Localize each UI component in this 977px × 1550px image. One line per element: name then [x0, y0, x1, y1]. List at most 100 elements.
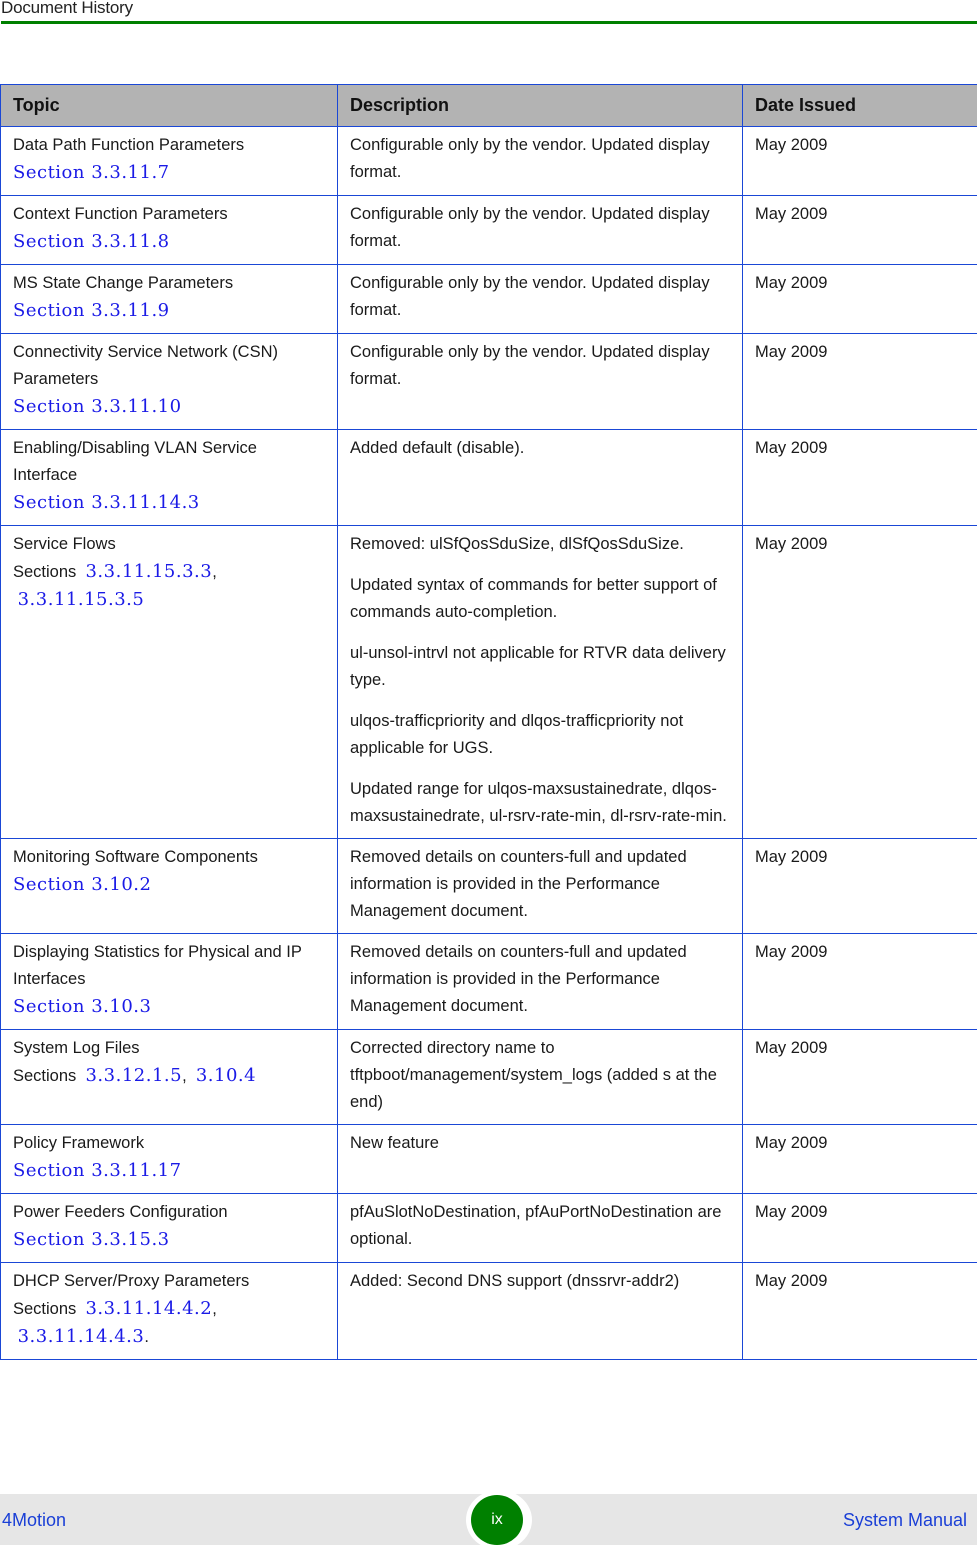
sections-prefix: Sections — [13, 563, 76, 581]
table-row: Monitoring Software Components Section 3.… — [1, 839, 977, 934]
table-row: Connectivity Service Network (CSN) Param… — [1, 334, 977, 430]
description-text: Added: Second DNS support (dnssrvr-addr2… — [350, 1268, 730, 1295]
section-references: Sections 3.3.12.1.5, 3.10.4 — [13, 1062, 325, 1090]
table-row: Policy Framework Section 3.3.11.17 New fea… — [1, 1125, 977, 1194]
description-text: Removed details on counters-full and upd… — [350, 844, 730, 925]
table-row: Enabling/Disabling VLAN Service Interfac… — [1, 430, 977, 526]
date-issued-cell: May 2009 — [743, 334, 977, 430]
topic-title: Data Path Function Parameters — [13, 132, 325, 159]
description-text: Removed details on counters-full and upd… — [350, 939, 730, 1020]
table-header-row: Topic Description Date Issued — [1, 85, 977, 127]
section-references: Sections 3.3.11.14.4.2, 3.3.11.14.4.3. — [13, 1295, 325, 1351]
topic-cell: Connectivity Service Network (CSN) Param… — [1, 334, 338, 430]
description-cell: Removed details on counters-full and upd… — [338, 839, 743, 934]
date-issued-cell: May 2009 — [743, 430, 977, 526]
description-cell: Configurable only by the vendor. Updated… — [338, 334, 743, 430]
section-link[interactable]: 3.3.12.1.5 — [85, 1065, 182, 1086]
topic-cell: Displaying Statistics for Physical and I… — [1, 934, 338, 1030]
description-text: Configurable only by the vendor. Updated… — [350, 339, 730, 393]
topic-title: Context Function Parameters — [13, 201, 325, 228]
topic-cell: System Log FilesSections 3.3.12.1.5, 3.1… — [1, 1030, 338, 1125]
description-text: Configurable only by the vendor. Updated… — [350, 132, 730, 186]
description-text: pfAuSlotNoDestination, pfAuPortNoDestina… — [350, 1199, 730, 1253]
section-references: Section 3.3.11.7 — [13, 159, 325, 187]
table-row: Power Feeders ConfigurationSection 3.3.1… — [1, 1194, 977, 1263]
table-body: Data Path Function Parameters Section 3.3… — [1, 127, 977, 1360]
section-references: Section 3.3.11.17 — [13, 1157, 325, 1185]
description-cell: Added default (disable). — [338, 430, 743, 526]
topic-title: Displaying Statistics for Physical and I… — [13, 939, 325, 993]
date-issued-cell: May 2009 — [743, 265, 977, 334]
section-link[interactable]: Section 3.3.11.17 — [13, 1160, 182, 1181]
table-row: Context Function Parameters Section 3.3.1… — [1, 196, 977, 265]
description-text: New feature — [350, 1130, 730, 1157]
section-references: Section 3.10.3 — [13, 993, 325, 1021]
page-footer: 4Motion ix System Manual — [0, 1494, 977, 1545]
section-link[interactable]: Section 3.3.11.9 — [13, 300, 170, 321]
description-cell: Configurable only by the vendor. Updated… — [338, 196, 743, 265]
table-row: System Log FilesSections 3.3.12.1.5, 3.1… — [1, 1030, 977, 1125]
date-issued-cell: May 2009 — [743, 196, 977, 265]
section-link[interactable]: Section 3.3.11.10 — [13, 396, 182, 417]
footer-manual-name: System Manual — [843, 1510, 967, 1531]
date-issued-cell: May 2009 — [743, 839, 977, 934]
description-text: ulqos-trafficpriority and dlqos-trafficp… — [350, 708, 730, 762]
description-text: Removed: ulSfQosSduSize, dlSfQosSduSize. — [350, 531, 730, 558]
date-issued-cell: May 2009 — [743, 1030, 977, 1125]
description-text: Updated syntax of commands for better su… — [350, 572, 730, 626]
sections-prefix: Sections — [13, 1300, 76, 1318]
section-references: Section 3.3.11.9 — [13, 297, 325, 325]
topic-title: DHCP Server/Proxy Parameters — [13, 1268, 325, 1295]
section-link[interactable]: 3.3.11.14.4.2 — [85, 1298, 212, 1319]
date-issued-cell: May 2009 — [743, 1263, 977, 1360]
description-cell: Configurable only by the vendor. Updated… — [338, 265, 743, 334]
column-header-description: Description — [338, 85, 743, 127]
date-issued-cell: May 2009 — [743, 1194, 977, 1263]
section-link[interactable]: 3.3.11.15.3.3 — [85, 561, 212, 582]
section-link[interactable]: Section 3.3.15.3 — [13, 1229, 170, 1250]
topic-cell: Context Function Parameters Section 3.3.1… — [1, 196, 338, 265]
section-link[interactable]: Section 3.3.11.14.3 — [13, 492, 200, 513]
description-cell: New feature — [338, 1125, 743, 1194]
topic-title: MS State Change Parameters — [13, 270, 325, 297]
topic-cell: Service FlowsSections 3.3.11.15.3.3, 3.3… — [1, 526, 338, 839]
topic-title: Enabling/Disabling VLAN Service Interfac… — [13, 435, 325, 489]
topic-cell: Data Path Function Parameters Section 3.3… — [1, 127, 338, 196]
section-references: Section 3.3.11.10 — [13, 393, 325, 421]
table-row: Service FlowsSections 3.3.11.15.3.3, 3.3… — [1, 526, 977, 839]
description-cell: Configurable only by the vendor. Updated… — [338, 127, 743, 196]
section-link[interactable]: 3.3.11.14.4.3 — [18, 1326, 145, 1347]
section-references: Section 3.3.11.8 — [13, 228, 325, 256]
description-cell: Added: Second DNS support (dnssrvr-addr2… — [338, 1263, 743, 1360]
topic-title: Policy Framework — [13, 1130, 325, 1157]
header-divider — [1, 21, 977, 24]
table-row: Displaying Statistics for Physical and I… — [1, 934, 977, 1030]
topic-cell: MS State Change Parameters Section 3.3.11… — [1, 265, 338, 334]
section-link[interactable]: Section 3.3.11.8 — [13, 231, 170, 252]
table-row: DHCP Server/Proxy ParametersSections 3.3… — [1, 1263, 977, 1360]
document-history-table: Topic Description Date Issued Data Path … — [0, 84, 977, 1360]
section-link[interactable]: Section 3.3.11.7 — [13, 162, 170, 183]
topic-title: Monitoring Software Components — [13, 844, 325, 871]
sections-prefix: Sections — [13, 1067, 76, 1085]
table-row: MS State Change Parameters Section 3.3.11… — [1, 265, 977, 334]
footer-product-name: 4Motion — [2, 1510, 66, 1531]
date-issued-cell: May 2009 — [743, 127, 977, 196]
section-link[interactable]: 3.10.4 — [196, 1065, 256, 1086]
section-link[interactable]: Section 3.10.3 — [13, 996, 151, 1017]
topic-title: Connectivity Service Network (CSN) Param… — [13, 339, 325, 393]
section-references: Sections 3.3.11.15.3.3, 3.3.11.15.3.5 — [13, 558, 325, 614]
column-header-topic: Topic — [1, 85, 338, 127]
topic-title: System Log Files — [13, 1035, 325, 1062]
section-link[interactable]: Section 3.10.2 — [13, 874, 151, 895]
section-references: Section 3.3.15.3 — [13, 1226, 325, 1254]
description-text: Added default (disable). — [350, 435, 730, 462]
topic-cell: DHCP Server/Proxy ParametersSections 3.3… — [1, 1263, 338, 1360]
topic-cell: Policy Framework Section 3.3.11.17 — [1, 1125, 338, 1194]
description-text: Configurable only by the vendor. Updated… — [350, 201, 730, 255]
table-row: Data Path Function Parameters Section 3.3… — [1, 127, 977, 196]
description-text: Updated range for ulqos-maxsustainedrate… — [350, 776, 730, 830]
topic-cell: Enabling/Disabling VLAN Service Interfac… — [1, 430, 338, 526]
description-cell: pfAuSlotNoDestination, pfAuPortNoDestina… — [338, 1194, 743, 1263]
section-link[interactable]: 3.3.11.15.3.5 — [18, 589, 145, 610]
